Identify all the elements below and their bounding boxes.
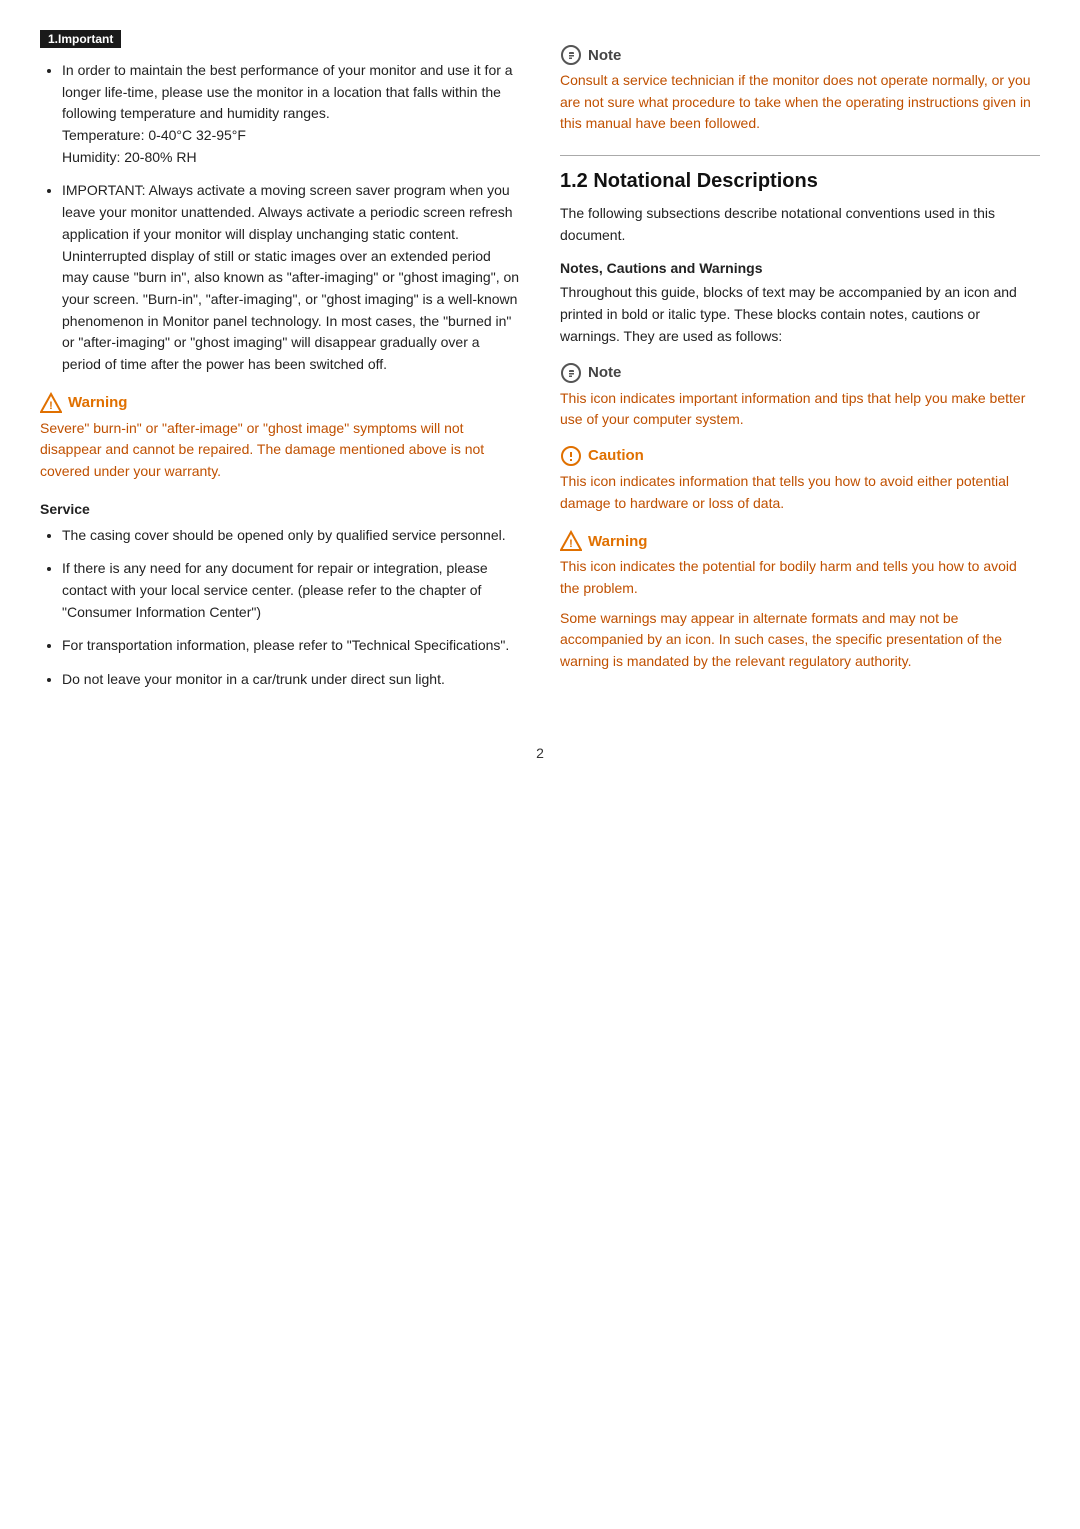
right-column: Note Consult a service technician if the… <box>560 30 1040 705</box>
note-icon-top <box>560 44 582 66</box>
service-heading: Service <box>40 501 520 517</box>
warning-text-right-2: Some warnings may appear in alternate fo… <box>560 608 1040 673</box>
service-bullet-list: The casing cover should be opened only b… <box>40 525 520 691</box>
section-divider <box>560 155 1040 156</box>
caution-title: Caution <box>560 445 1040 467</box>
service-item-3: For transportation information, please r… <box>62 635 520 657</box>
note-block-top: Note Consult a service technician if the… <box>560 44 1040 135</box>
warning-text-left: Severe" burn-in" or "after-image" or "gh… <box>40 418 520 483</box>
note-text-top: Consult a service technician if the moni… <box>560 70 1040 135</box>
warning-title-left: ! Warning <box>40 392 520 414</box>
caution-block: Caution This icon indicates information … <box>560 445 1040 514</box>
svg-text:!: ! <box>569 538 573 550</box>
warning-block-right: ! Warning This icon indicates the potent… <box>560 530 1040 672</box>
svg-text:!: ! <box>49 400 53 412</box>
warning-icon-right: ! <box>560 530 582 552</box>
service-item-1: The casing cover should be opened only b… <box>62 525 520 547</box>
sub-heading-notes: Notes, Cautions and Warnings <box>560 260 1040 276</box>
section-tag: 1.Important <box>40 30 121 48</box>
warning-text-right-1: This icon indicates the potential for bo… <box>560 556 1040 599</box>
bullet-item-2: IMPORTANT: Always activate a moving scre… <box>62 180 520 375</box>
service-item-4: Do not leave your monitor in a car/trunk… <box>62 669 520 691</box>
note-text-section: This icon indicates important informatio… <box>560 388 1040 431</box>
service-item-2: If there is any need for any document fo… <box>62 558 520 623</box>
left-column: 1.Important In order to maintain the bes… <box>40 30 520 705</box>
warning-label-right: Warning <box>588 533 647 550</box>
warning-block-left: ! Warning Severe" burn-in" or "after-ima… <box>40 392 520 483</box>
note-block-section: Note This icon indicates important infor… <box>560 362 1040 431</box>
note-title-top: Note <box>560 44 1040 66</box>
section-heading-1-2: 1.2 Notational Descriptions <box>560 170 1040 193</box>
note-label-top: Note <box>588 47 621 64</box>
caution-icon <box>560 445 582 467</box>
section-body: Throughout this guide, blocks of text ma… <box>560 282 1040 347</box>
note-icon-section <box>560 362 582 384</box>
main-bullet-list: In order to maintain the best performanc… <box>40 60 520 376</box>
bullet-item-1: In order to maintain the best performanc… <box>62 60 520 168</box>
warning-icon-left: ! <box>40 392 62 414</box>
page-number: 2 <box>40 745 1040 761</box>
caution-label: Caution <box>588 447 644 464</box>
caution-text: This icon indicates information that tel… <box>560 471 1040 514</box>
note-title-section: Note <box>560 362 1040 384</box>
warning-title-right: ! Warning <box>560 530 1040 552</box>
note-label-section: Note <box>588 364 621 381</box>
section-intro: The following subsections describe notat… <box>560 203 1040 246</box>
warning-label-left: Warning <box>68 394 127 411</box>
